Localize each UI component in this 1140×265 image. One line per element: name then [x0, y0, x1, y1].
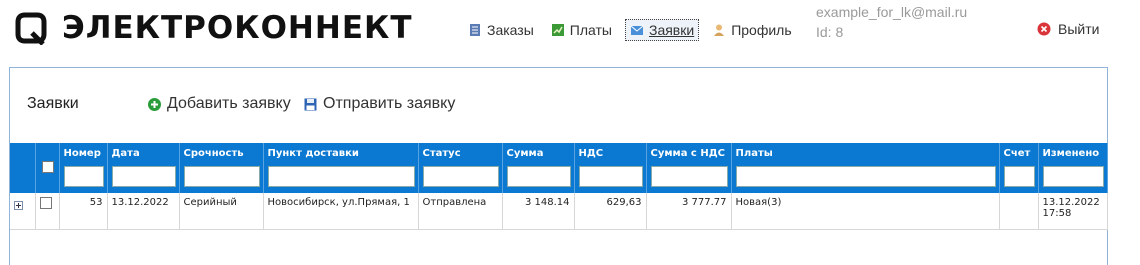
table-row[interactable]: 53 13.12.2022 Серийный Новосибирск, ул.П…	[10, 193, 1108, 230]
requests-panel: Заявки Добавить заявку Отправить заявку …	[9, 67, 1108, 265]
select-all-header	[35, 143, 60, 193]
add-icon	[148, 97, 161, 111]
profile-icon	[714, 24, 725, 36]
app-header: ЭЛЕКТРОКОННЕКТ Заказы Платы Заявки Профи…	[0, 0, 1140, 62]
add-request-button[interactable]: Добавить заявку	[148, 95, 291, 113]
cell-vat: 629,63	[574, 193, 647, 230]
cell-changed-date: 13.12.2022	[1042, 197, 1100, 208]
nav-requests-label: Заявки	[648, 22, 695, 38]
cell-invoice	[999, 193, 1039, 230]
send-request-label: Отправить заявку	[323, 95, 456, 112]
nav-boards-label: Платы	[569, 22, 612, 38]
filter-status[interactable]	[422, 166, 499, 187]
column-invoice: Счет	[999, 143, 1039, 193]
logout-button[interactable]: Выйти	[1037, 21, 1099, 37]
filter-changed[interactable]	[1042, 166, 1104, 187]
requests-table: Номер Дата Срочность Пункт доставки Стат…	[10, 143, 1108, 230]
filter-urgency[interactable]	[183, 166, 260, 187]
column-delivery: Пункт доставки	[263, 143, 419, 193]
cell-date: 13.12.2022	[107, 193, 180, 230]
table-header-row: Номер Дата Срочность Пункт доставки Стат…	[10, 143, 1108, 193]
cell-status: Отправлена	[418, 193, 503, 230]
cell-number: 53	[59, 193, 108, 230]
requests-icon	[630, 25, 644, 35]
column-sum: Сумма	[502, 143, 575, 193]
nav-boards[interactable]: Платы	[547, 19, 616, 41]
cell-sum-vat: 3 777.77	[646, 193, 732, 230]
filter-sum-vat[interactable]	[650, 166, 728, 187]
main-nav: Заказы Платы Заявки Профиль	[464, 19, 805, 41]
cell-sum: 3 148.14	[502, 193, 575, 230]
cell-changed: 13.12.2022 17:58	[1038, 193, 1108, 230]
nav-requests[interactable]: Заявки	[624, 19, 700, 41]
filter-number[interactable]	[63, 166, 104, 187]
orders-icon	[470, 24, 480, 36]
filter-invoice[interactable]	[1003, 166, 1035, 187]
cell-urgency: Серийный	[179, 193, 264, 230]
brand-logo-icon	[15, 12, 47, 45]
send-request-button[interactable]: Отправить заявку	[304, 95, 455, 113]
nav-orders-label: Заказы	[487, 22, 534, 38]
boards-icon	[551, 24, 564, 36]
logout-label: Выйти	[1058, 21, 1100, 37]
select-cell	[35, 193, 60, 230]
filter-boards[interactable]	[735, 166, 996, 187]
column-status: Статус	[418, 143, 503, 193]
cell-boards: Новая(3)	[731, 193, 1000, 230]
column-vat: НДС	[574, 143, 647, 193]
column-date: Дата	[107, 143, 180, 193]
brand-logo[interactable]: ЭЛЕКТРОКОННЕКТ	[14, 10, 412, 46]
logout-icon	[1037, 22, 1051, 36]
expand-row-icon[interactable]	[14, 201, 23, 210]
nav-orders[interactable]: Заказы	[464, 19, 538, 41]
column-urgency: Срочность	[179, 143, 264, 193]
page-title: Заявки	[27, 95, 79, 112]
column-changed: Изменено	[1038, 143, 1108, 193]
filter-sum[interactable]	[506, 166, 571, 187]
expand-column-header	[10, 143, 36, 193]
nav-profile[interactable]: Профиль	[708, 19, 795, 41]
expand-cell	[10, 193, 36, 230]
add-request-label: Добавить заявку	[167, 95, 291, 112]
filter-delivery[interactable]	[267, 166, 415, 187]
account-email: example_for_lk@mail.ru	[816, 4, 968, 20]
column-boards: Платы	[731, 143, 1000, 193]
filter-vat[interactable]	[578, 166, 643, 187]
nav-profile-label: Профиль	[731, 22, 792, 38]
cell-delivery: Новосибирск, ул.Прямая, 1	[263, 193, 419, 230]
brand-name: ЭЛЕКТРОКОННЕКТ	[62, 10, 413, 46]
account-id: Id: 8	[816, 24, 844, 40]
select-all-checkbox[interactable]	[41, 161, 54, 173]
row-checkbox[interactable]	[39, 197, 52, 209]
filter-date[interactable]	[111, 166, 176, 187]
cell-changed-time: 17:58	[1042, 208, 1072, 219]
column-sum-vat: Сумма с НДС	[646, 143, 732, 193]
save-icon	[304, 98, 317, 110]
column-number: Номер	[59, 143, 108, 193]
account-info: example_for_lk@mail.ru Id: 8	[816, 2, 967, 42]
